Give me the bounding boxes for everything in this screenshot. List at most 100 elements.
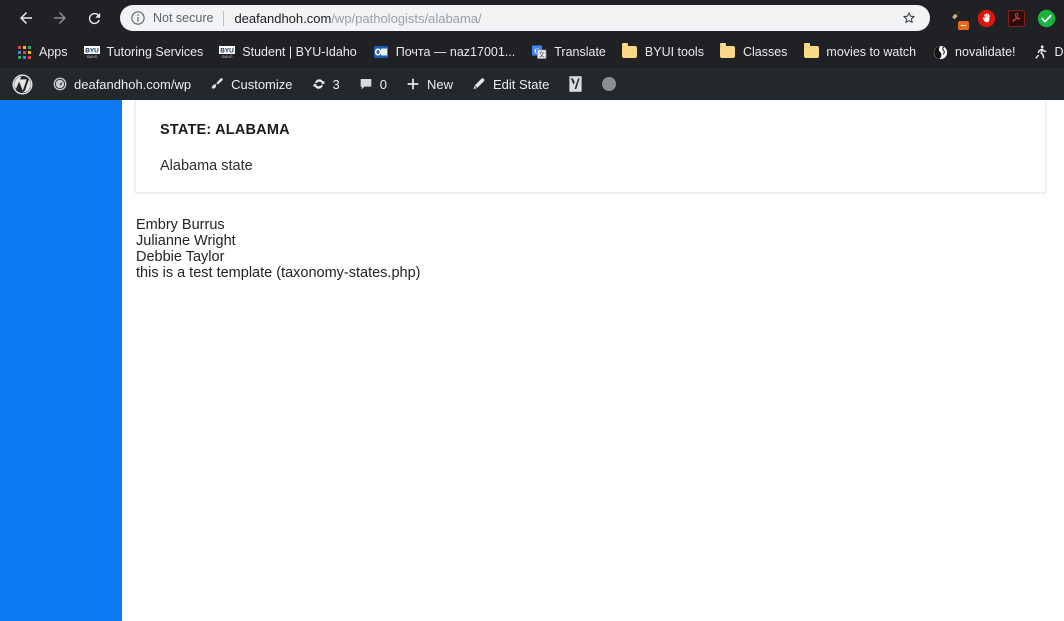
adobe-acrobat-extension-icon[interactable] xyxy=(1006,8,1026,28)
comments-button[interactable]: 0 xyxy=(349,68,396,100)
security-status-label: Not secure xyxy=(153,11,214,25)
url-host: deafandhoh.com xyxy=(234,10,332,26)
plus-icon xyxy=(405,76,421,92)
bookmark-novalidate[interactable]: novalidate! xyxy=(924,40,1023,64)
folder-icon xyxy=(803,43,819,60)
comments-count: 0 xyxy=(379,76,387,92)
bookmark-apps[interactable]: Apps xyxy=(8,40,76,64)
folder-icon xyxy=(622,43,638,60)
bookmark-star-button[interactable] xyxy=(898,7,920,29)
refresh-glyph-icon xyxy=(313,79,324,89)
bookmark-label: Почта — naz17001... xyxy=(395,45,516,59)
bookmark-label: Student | BYU-Idaho xyxy=(242,45,357,59)
bookmark-label: Apps xyxy=(39,45,68,59)
wordpress-logo-button[interactable] xyxy=(4,68,43,100)
globe-icon xyxy=(932,44,948,60)
svg-text:IDAHO: IDAHO xyxy=(222,55,233,59)
dashboard-icon xyxy=(52,76,68,92)
pdf-icon xyxy=(1007,9,1025,27)
bookmark-label: novalidate! xyxy=(955,45,1016,59)
updates-count: 3 xyxy=(332,76,340,92)
url-path: /wp/pathologists/alabama/ xyxy=(331,10,482,26)
byu-idaho-icon: BYU IDAHO xyxy=(83,44,100,60)
adblock-extension-icon[interactable] xyxy=(976,8,996,28)
checkmark-extension-icon[interactable] xyxy=(1036,8,1056,28)
outlook-icon xyxy=(373,44,389,60)
bookmark-donation[interactable]: Donatio xyxy=(1024,40,1064,64)
avatar xyxy=(602,77,617,91)
bookmark-classes[interactable]: Classes xyxy=(712,40,795,64)
info-circle-icon[interactable] xyxy=(130,10,146,26)
edit-state-label: Edit State xyxy=(493,76,550,92)
edit-state-button[interactable]: Edit State xyxy=(462,68,558,100)
svg-text:BYU: BYU xyxy=(85,48,99,55)
pathologists-list: Embry Burrus Julianne Wright Debbie Tayl… xyxy=(135,217,1046,281)
back-button[interactable] xyxy=(12,4,40,32)
url-text[interactable]: deafandhoh.com/wp/pathologists/alabama/ xyxy=(234,11,894,26)
bookmark-translate[interactable]: G 文 Translate xyxy=(523,40,614,64)
state-description: Alabama state xyxy=(160,158,253,174)
customize-label: Customize xyxy=(231,76,293,92)
comment-bubble-icon xyxy=(358,76,374,92)
bookmark-student-byu-idaho[interactable]: BYU IDAHO Student | BYU-Idaho xyxy=(211,40,364,64)
bookmark-label: Tutoring Services xyxy=(106,45,204,59)
bookmark-label: Classes xyxy=(742,45,788,59)
account-menu[interactable] xyxy=(593,68,625,100)
browser-toolbar: Not secure deafandhoh.com/wp/pathologist… xyxy=(0,0,1064,36)
new-label: New xyxy=(426,76,453,92)
yoast-seo-button[interactable] xyxy=(558,68,593,100)
byui-logo-icon: BYU IDAHO xyxy=(219,46,236,59)
page-content-area: STATE: ALABAMA Alabama state Embry Burru… xyxy=(0,100,1064,621)
arrow-left-icon xyxy=(20,12,32,24)
updates-button[interactable]: 3 xyxy=(302,68,349,100)
state-header-card: STATE: ALABAMA Alabama state xyxy=(135,100,1046,193)
forward-button[interactable] xyxy=(46,4,74,32)
wp-glyph-icon xyxy=(12,74,33,94)
update-arrows-icon xyxy=(311,76,327,92)
svg-text:文: 文 xyxy=(539,51,545,59)
svg-text:BYU: BYU xyxy=(221,48,235,55)
folder-icon xyxy=(720,43,736,60)
extension-badge xyxy=(958,21,969,30)
svg-text:IDAHO: IDAHO xyxy=(86,55,97,59)
star-icon xyxy=(903,12,915,23)
bookmark-label: BYUI tools xyxy=(644,45,704,59)
new-content-button[interactable]: New xyxy=(396,68,462,100)
speech-bubble-icon xyxy=(360,79,372,90)
bookmark-pochta-outlook[interactable]: Почта — naz17001... xyxy=(365,40,524,64)
globe-logo-icon xyxy=(933,45,947,59)
wordpress-logo-icon xyxy=(12,74,33,95)
reload-button[interactable] xyxy=(80,4,108,32)
gauge-icon xyxy=(53,77,67,91)
bookmark-tutoring-services[interactable]: BYU IDAHO Tutoring Services xyxy=(76,40,212,64)
outlook-logo-icon xyxy=(373,46,388,58)
runner-icon xyxy=(1032,44,1048,60)
byu-idaho-icon: BYU IDAHO xyxy=(219,44,236,60)
list-item: this is a test template (taxonomy-states… xyxy=(136,265,421,281)
list-item: Embry Burrus xyxy=(136,217,225,233)
customize-button[interactable]: Customize xyxy=(200,68,301,100)
pencil-icon xyxy=(471,76,487,92)
apps-grid-icon xyxy=(16,44,32,60)
running-person-icon xyxy=(1034,45,1046,59)
green-check-icon xyxy=(1037,9,1055,27)
paintbrush-icon xyxy=(209,76,225,92)
bookmark-byui-tools[interactable]: BYUI tools xyxy=(614,40,712,64)
plus-glyph-icon xyxy=(407,78,419,90)
page-title: STATE: ALABAMA xyxy=(160,122,290,138)
yoast-glyph-icon xyxy=(569,76,583,92)
content-wrapper: STATE: ALABAMA Alabama state Embry Burru… xyxy=(135,100,1046,281)
reload-icon xyxy=(88,12,100,24)
list-item: Julianne Wright xyxy=(136,233,236,249)
arrow-right-icon xyxy=(54,12,66,24)
sidebar-blue-rail xyxy=(0,100,122,621)
bookmark-label: Donatio xyxy=(1054,45,1064,59)
wordpress-admin-bar: deafandhoh.com/wp Customize 3 0 New Edit… xyxy=(0,68,1064,100)
highlighter-extension-icon[interactable] xyxy=(946,8,969,30)
yoast-seo-icon xyxy=(567,75,584,93)
pencil-glyph-icon xyxy=(473,78,485,89)
omnibox[interactable]: Not secure deafandhoh.com/wp/pathologist… xyxy=(120,5,930,31)
bookmark-movies-to-watch[interactable]: movies to watch xyxy=(795,40,924,64)
site-name-menu[interactable]: deafandhoh.com/wp xyxy=(43,68,200,100)
extension-icons xyxy=(938,8,1056,30)
